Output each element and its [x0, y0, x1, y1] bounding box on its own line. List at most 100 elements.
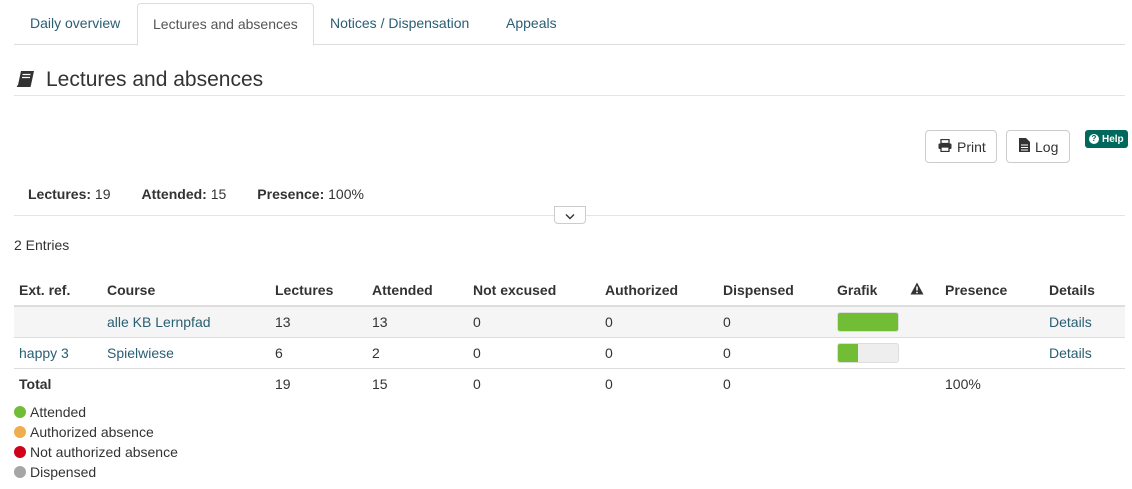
- print-button[interactable]: Print: [925, 130, 997, 163]
- page-header: Lectures and absences: [16, 66, 263, 94]
- total-details-cell: [1044, 368, 1125, 399]
- total-lectures: 19: [275, 375, 291, 392]
- col-ext-ref[interactable]: Ext. ref.: [14, 274, 102, 307]
- ext-ref-link[interactable]: happy 3: [19, 345, 69, 361]
- col-not-excused[interactable]: Not excused: [468, 274, 600, 307]
- file-text-icon: [1019, 138, 1035, 155]
- legend-dot: [14, 426, 26, 438]
- col-presence[interactable]: Presence: [940, 274, 1044, 307]
- lectures-cell: 6: [270, 337, 367, 369]
- presence-cell: [940, 337, 1044, 369]
- ext-ref-cell: happy 3: [14, 337, 102, 369]
- attended-cell: 13: [367, 306, 468, 338]
- legend-label: Attended: [30, 404, 87, 420]
- authorized-cell: 0: [600, 337, 718, 369]
- course-link[interactable]: alle KB Lernpfad: [107, 314, 211, 330]
- details-cell: Details: [1044, 337, 1125, 369]
- attendance-bar: [837, 311, 899, 332]
- grafik-cell: [832, 337, 905, 369]
- log-label: Log: [1035, 138, 1059, 155]
- summary-presence: Presence: 100%: [257, 186, 364, 202]
- legend-item-authorized-absence: Authorized absence: [14, 422, 178, 442]
- summary-lectures-value: 19: [94, 186, 111, 202]
- presence-cell: [940, 306, 1044, 338]
- tab-daily-overview[interactable]: Daily overview: [15, 3, 135, 45]
- details-link[interactable]: Details: [1049, 345, 1092, 361]
- col-lectures[interactable]: Lectures: [270, 274, 367, 307]
- help-label: Help: [1102, 133, 1124, 145]
- expand-toggle-button[interactable]: [554, 206, 586, 224]
- total-course-cell: [102, 368, 270, 399]
- col-authorized[interactable]: Authorized: [600, 274, 718, 307]
- page-title: Lectures and absences: [46, 68, 264, 91]
- table-row: happy 3 Spielwiese 6 2 0 0 0 Details: [14, 337, 1125, 369]
- attendance-bar-fill: [838, 343, 858, 362]
- legend-item-not-authorized-absence: Not authorized absence: [14, 442, 178, 462]
- legend-dot: [14, 466, 26, 478]
- lectures-table: Ext. ref. Course Lectures Attended Not e…: [14, 274, 1125, 399]
- table-header-row: Ext. ref. Course Lectures Attended Not e…: [14, 274, 1125, 307]
- total-dispensed: 0: [723, 375, 731, 392]
- tab-lectures-and-absences[interactable]: Lectures and absences: [137, 3, 314, 46]
- legend-dot: [14, 446, 26, 458]
- summary-presence-value: 100%: [328, 186, 364, 202]
- legend-label: Dispensed: [30, 464, 97, 480]
- legend-label: Not authorized absence: [30, 444, 178, 460]
- dispensed-cell: 0: [718, 337, 832, 369]
- tab-notices-dispensation[interactable]: Notices / Dispensation: [315, 3, 484, 45]
- warning-cell: [905, 337, 940, 369]
- summary-presence-label: Presence:: [257, 186, 325, 202]
- not-excused-cell: 0: [468, 306, 600, 338]
- total-grafik-cell: [832, 368, 905, 399]
- print-label: Print: [957, 138, 986, 155]
- total-authorized: 0: [605, 375, 613, 392]
- question-icon: ?: [1089, 134, 1099, 144]
- legend: Attended Authorized absence Not authoriz…: [14, 402, 178, 482]
- total-not-excused: 0: [473, 375, 481, 392]
- total-warning-cell: [905, 368, 940, 399]
- log-button[interactable]: Log: [1006, 130, 1070, 163]
- col-grafik: Grafik: [832, 274, 905, 307]
- tab-appeals[interactable]: Appeals: [491, 3, 572, 45]
- attended-cell: 2: [367, 337, 468, 369]
- attendance-bar-fill: [838, 312, 898, 331]
- course-cell: alle KB Lernpfad: [102, 306, 270, 338]
- chevron-down-icon: [565, 207, 575, 223]
- legend-dot: [14, 406, 26, 418]
- legend-label: Authorized absence: [30, 424, 154, 440]
- col-warning: [905, 274, 940, 307]
- summary-attended-value: 15: [210, 186, 227, 202]
- attendance-bar: [837, 342, 899, 363]
- legend-item-attended: Attended: [14, 402, 178, 422]
- not-excused-cell: 0: [468, 337, 600, 369]
- ext-ref-cell: [14, 306, 102, 338]
- summary-lectures-label: Lectures:: [28, 186, 92, 202]
- table-row: alle KB Lernpfad 13 13 0 0 0 Details: [14, 306, 1125, 338]
- legend-item-dispensed: Dispensed: [14, 462, 178, 482]
- tab-bar: Daily overview Lectures and absences Not…: [14, 3, 1125, 46]
- authorized-cell: 0: [600, 306, 718, 338]
- col-dispensed[interactable]: Dispensed: [718, 274, 832, 307]
- summary-attended-label: Attended:: [141, 186, 207, 202]
- course-link[interactable]: Spielwiese: [107, 345, 174, 361]
- total-label: Total: [19, 375, 52, 392]
- total-presence: 100%: [945, 375, 981, 392]
- col-course[interactable]: Course: [102, 274, 270, 307]
- lectures-cell: 13: [270, 306, 367, 338]
- course-cell: Spielwiese: [102, 337, 270, 369]
- grafik-cell: [832, 306, 905, 338]
- help-button[interactable]: ? Help: [1085, 130, 1128, 148]
- details-cell: Details: [1044, 306, 1125, 338]
- summary-bar: Lectures: 19 Attended: 15 Presence: 100%: [28, 186, 395, 202]
- warning-cell: [905, 306, 940, 338]
- title-divider: [14, 95, 1125, 96]
- col-attended[interactable]: Attended: [367, 274, 468, 307]
- book-icon: [16, 70, 36, 91]
- col-details: Details: [1044, 274, 1125, 307]
- print-icon: [938, 138, 957, 155]
- details-link[interactable]: Details: [1049, 314, 1092, 330]
- summary-attended: Attended: 15: [142, 186, 227, 202]
- entries-count: 2 Entries: [14, 237, 70, 253]
- total-attended: 15: [372, 375, 388, 392]
- dispensed-cell: 0: [718, 306, 832, 338]
